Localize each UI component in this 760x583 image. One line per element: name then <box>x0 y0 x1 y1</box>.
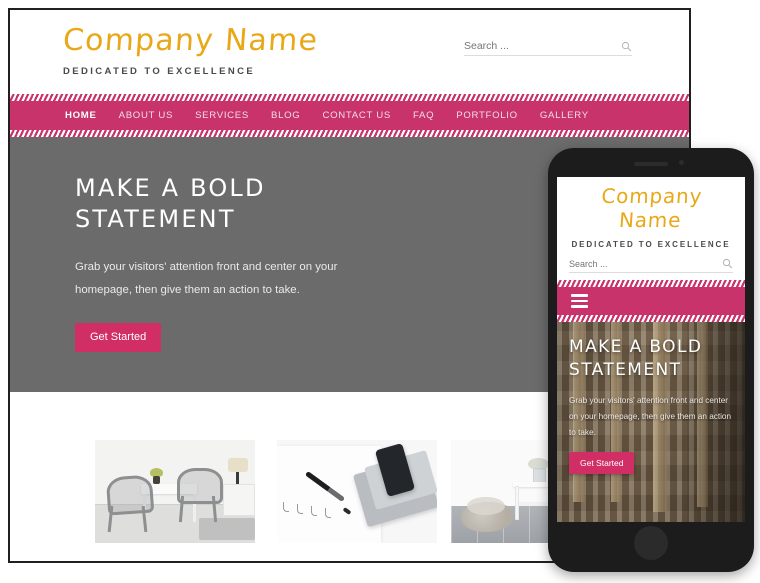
phone-screen: Company Name DEDICATED TO EXCELLENCE Sea… <box>557 177 745 522</box>
phone-nav-rope-border-bottom <box>557 315 745 323</box>
nav-item-portfolio[interactable]: PORTFOLIO <box>456 110 518 121</box>
nav-item-services[interactable]: SERVICES <box>195 110 249 121</box>
nav-item-home[interactable]: HOME <box>65 110 97 121</box>
hero-title-line2: STATEMENT <box>75 204 236 233</box>
phone-header: Company Name DEDICATED TO EXCELLENCE <box>557 177 745 281</box>
hero-title-line1: MAKE A BOLD <box>75 174 266 202</box>
phone-search-bar[interactable] <box>569 258 733 274</box>
phone-device-mockup: Company Name DEDICATED TO EXCELLENCE Sea… <box>548 148 754 572</box>
hero-title: MAKE A BOLD STATEMENT <box>75 173 405 234</box>
nav-items-container: HOME ABOUT US SERVICES BLOG CONTACT US F… <box>10 101 689 130</box>
nav-rope-border-bottom <box>10 130 689 137</box>
hero-content: MAKE A BOLD STATEMENT Grab your visitors… <box>75 173 405 352</box>
hamburger-menu-icon[interactable] <box>571 291 588 311</box>
phone-hero-description: Grab your visitors' attention front and … <box>569 396 732 438</box>
search-input[interactable] <box>464 40 621 52</box>
nav-item-blog[interactable]: BLOG <box>271 110 300 121</box>
dining-area-photo <box>95 440 255 543</box>
nav-item-about-us[interactable]: ABOUT US <box>119 110 173 121</box>
search-bar[interactable] <box>464 40 632 56</box>
phone-home-button[interactable] <box>634 526 668 560</box>
site-title: Company Name <box>61 23 320 58</box>
phone-speaker <box>634 162 668 166</box>
phone-get-started-button[interactable]: Get Started <box>569 452 635 475</box>
phone-site-title: Company Name <box>600 184 704 232</box>
gallery-image-desk-workspace[interactable] <box>277 440 437 543</box>
nav-item-faq[interactable]: FAQ <box>413 110 434 121</box>
phone-hero-section: MAKE A BOLD STATEMENT Grab your visitors… <box>557 322 745 522</box>
phone-camera <box>679 160 684 165</box>
desktop-header: Company Name DEDICATED TO EXCELLENCE <box>10 10 689 94</box>
desk-workspace-photo <box>277 440 437 543</box>
phone-hero-content: MAKE A BOLD STATEMENT Grab your visitors… <box>569 336 735 475</box>
gallery-image-dining-area[interactable] <box>95 440 255 543</box>
phone-hero-title: MAKE A BOLD STATEMENT <box>569 336 735 382</box>
phone-nav-inner <box>557 287 745 315</box>
nav-item-contact-us[interactable]: CONTACT US <box>322 110 390 121</box>
nav-rope-border-top <box>10 94 689 101</box>
search-icon[interactable] <box>621 41 632 52</box>
phone-search-input[interactable] <box>569 258 722 269</box>
hero-description: Grab your visitors' attention front and … <box>75 261 338 296</box>
get-started-button[interactable]: Get Started <box>75 322 162 352</box>
phone-site-tagline: DEDICATED TO EXCELLENCE <box>571 240 731 250</box>
phone-hero-title-line2: STATEMENT <box>569 360 682 381</box>
phone-search-icon[interactable] <box>722 258 733 269</box>
phone-hero-title-line1: MAKE A BOLD <box>569 337 703 358</box>
phone-navigation-bar <box>557 280 745 323</box>
site-branding: Company Name DEDICATED TO EXCELLENCE <box>61 23 320 77</box>
nav-item-gallery[interactable]: GALLERY <box>540 110 589 121</box>
main-navigation: HOME ABOUT US SERVICES BLOG CONTACT US F… <box>10 94 689 137</box>
site-tagline: DEDICATED TO EXCELLENCE <box>63 66 256 77</box>
phone-nav-rope-border-top <box>557 280 745 288</box>
